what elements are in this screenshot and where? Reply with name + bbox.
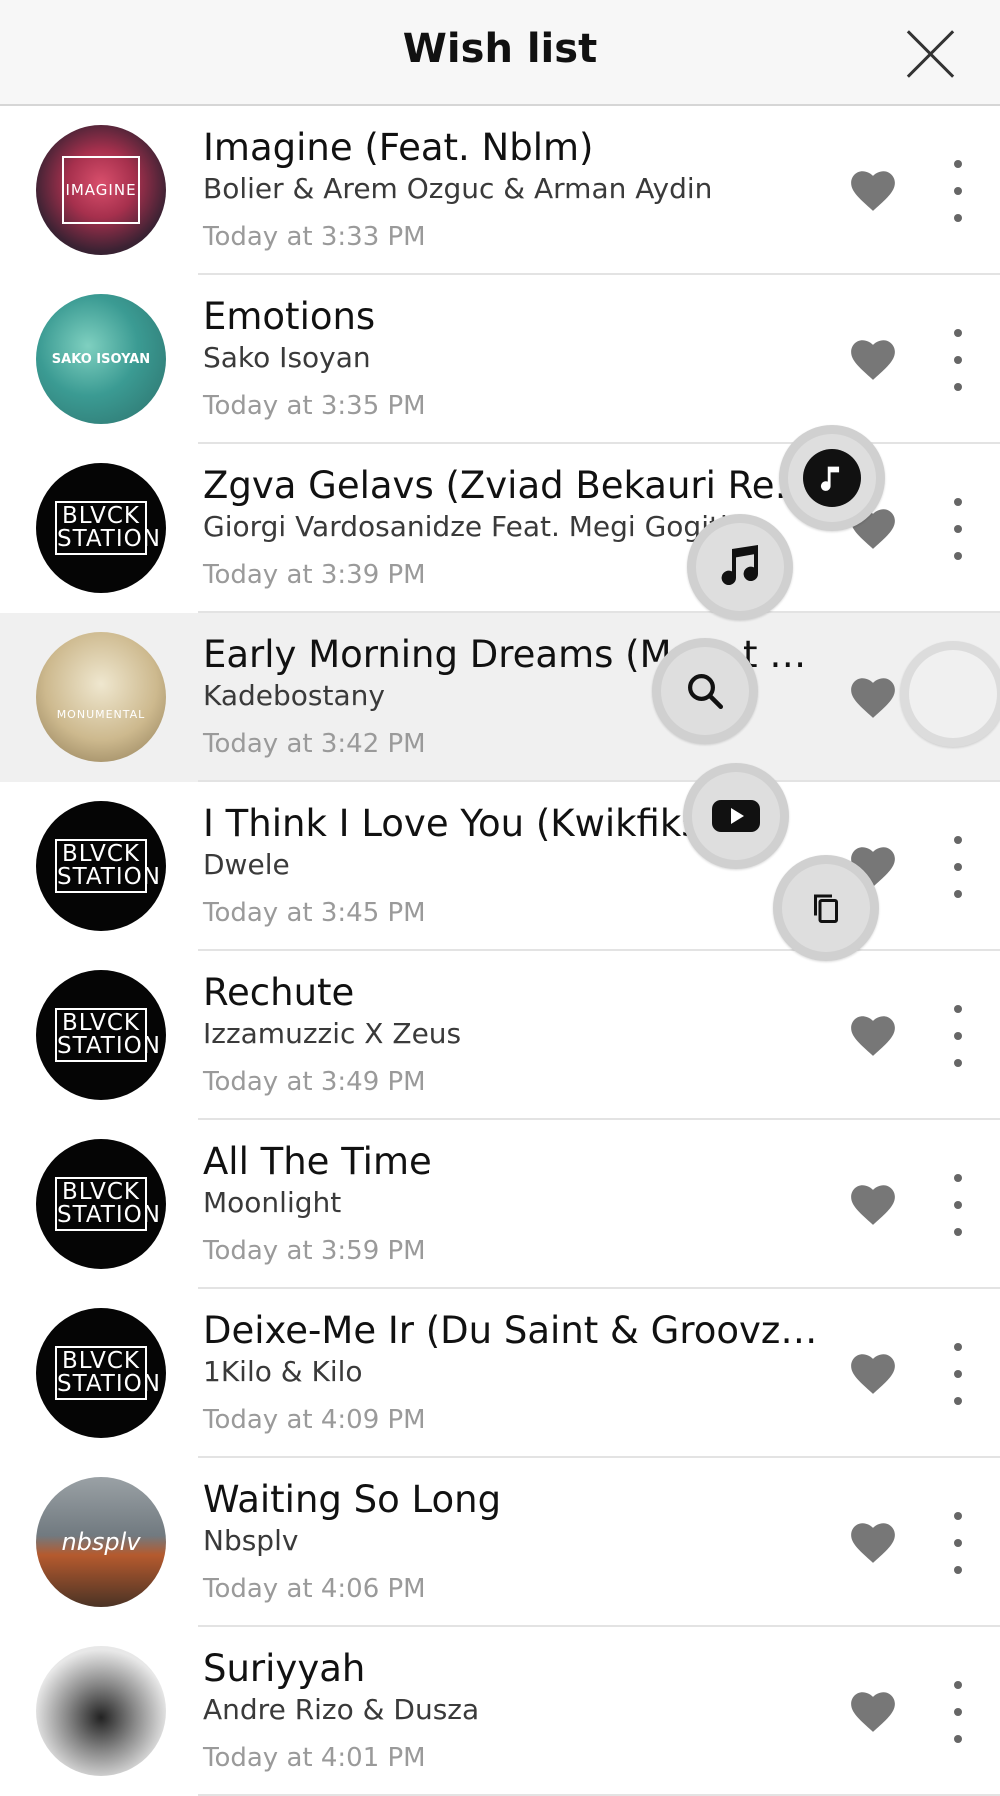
heart-icon[interactable]	[848, 1520, 898, 1564]
album-art: BLVCK STATIONBLVCKSTATION	[36, 970, 166, 1100]
close-icon[interactable]	[902, 26, 958, 82]
list-item[interactable]: BLVCK STATIONBLVCKSTATION Deixe-Me Ir (D…	[0, 1289, 1000, 1458]
song-artist: Bolier & Arem Ozguc & Arman Aydin	[203, 172, 713, 205]
song-title: Suriyyah	[203, 1647, 366, 1690]
song-timestamp: Today at 4:01 PM	[203, 1743, 426, 1773]
more-options-icon[interactable]	[936, 1005, 978, 1067]
copy-icon	[814, 894, 838, 923]
album-art: SAKO ISOYAN	[36, 294, 166, 424]
apple-music-button[interactable]	[779, 425, 885, 531]
more-options-icon[interactable]	[936, 160, 978, 222]
heart-icon[interactable]	[848, 675, 898, 719]
song-title: Deixe-Me Ir (Du Saint & Groovzer…	[203, 1309, 833, 1352]
youtube-icon	[712, 800, 760, 832]
more-options-icon[interactable]	[936, 1174, 978, 1236]
album-art: BLVCK STATIONBLVCKSTATION	[36, 463, 166, 593]
more-options-icon[interactable]	[936, 1512, 978, 1574]
song-timestamp: Today at 3:45 PM	[203, 898, 426, 928]
song-artist: Giorgi Vardosanidze Feat. Megi Gogiti	[203, 510, 728, 543]
album-art: BLVCK STATIONBLVCKSTATION	[36, 1139, 166, 1269]
song-title: All The Time	[203, 1140, 432, 1183]
album-art: BLVCK STATIONBLVCKSTATION	[36, 801, 166, 931]
song-timestamp: Today at 3:33 PM	[203, 222, 426, 252]
list-item[interactable]: BLVCK STATIONBLVCKSTATION All The Time M…	[0, 1120, 1000, 1289]
search-icon	[688, 674, 724, 710]
youtube-button[interactable]	[683, 763, 789, 869]
copy-button[interactable]	[773, 855, 879, 961]
song-artist: Izzamuzzic X Zeus	[203, 1017, 462, 1050]
heart-icon[interactable]	[848, 1013, 898, 1057]
song-timestamp: Today at 3:49 PM	[203, 1067, 426, 1097]
list-item[interactable]: nbsplv Waiting So Long Nbsplv Today at 4…	[0, 1458, 1000, 1627]
song-artist: Andre Rizo & Dusza	[203, 1693, 480, 1726]
page-title: Wish list	[402, 26, 598, 72]
song-artist: Kadebostany	[203, 679, 385, 712]
list-item[interactable]: SAKO ISOYAN Emotions Sako Isoyan Today a…	[0, 275, 1000, 444]
more-options-icon[interactable]	[936, 836, 978, 898]
song-artist: 1Kilo & Kilo	[203, 1355, 363, 1388]
more-options-icon[interactable]	[936, 1681, 978, 1743]
heart-icon[interactable]	[848, 168, 898, 212]
list-item[interactable]: IMAGINE Imagine (Feat. Nblm) Bolier & Ar…	[0, 106, 1000, 275]
album-art: MONUMENTAL	[36, 632, 166, 762]
song-timestamp: Today at 3:35 PM	[203, 391, 426, 421]
album-art: BLVCK STATIONBLVCKSTATION	[36, 1308, 166, 1438]
list-item[interactable]: Suriyyah Andre Rizo & Dusza Today at 4:0…	[0, 1627, 1000, 1796]
heart-icon[interactable]	[848, 1182, 898, 1226]
heart-icon[interactable]	[848, 337, 898, 381]
song-timestamp: Today at 3:59 PM	[203, 1236, 426, 1266]
song-timestamp: Today at 3:42 PM	[203, 729, 426, 759]
album-art	[36, 1646, 166, 1776]
list-item[interactable]: MONUMENTAL Early Morning Dreams (Ma… t O…	[0, 613, 1000, 782]
song-artist: Moonlight	[203, 1186, 342, 1219]
song-artist: Nbsplv	[203, 1524, 299, 1557]
album-art: IMAGINE	[36, 125, 166, 255]
song-title: Zgva Gelavs (Zviad Bekauri Remix	[203, 464, 833, 507]
more-options-icon[interactable]	[936, 1343, 978, 1405]
album-art: nbsplv	[36, 1477, 166, 1607]
header: Wish list	[0, 0, 1000, 106]
music-button[interactable]	[687, 514, 793, 620]
song-title: Waiting So Long	[203, 1478, 502, 1521]
song-timestamp: Today at 3:39 PM	[203, 560, 426, 590]
heart-icon[interactable]	[848, 1351, 898, 1395]
song-title: Rechute	[203, 971, 355, 1014]
song-title: Emotions	[203, 295, 376, 338]
more-options-icon[interactable]	[936, 329, 978, 391]
song-title: I Think I Love You (Kwikfiks …	[203, 802, 750, 845]
heart-icon[interactable]	[848, 1689, 898, 1733]
music-note-icon	[721, 545, 759, 586]
list-item[interactable]: BLVCK STATIONBLVCKSTATION Rechute Izzamu…	[0, 951, 1000, 1120]
song-timestamp: Today at 4:09 PM	[203, 1405, 426, 1435]
song-artist: Sako Isoyan	[203, 341, 371, 374]
song-artist: Dwele	[203, 848, 290, 881]
music-note-icon	[803, 449, 861, 507]
search-button[interactable]	[652, 638, 758, 744]
more-options-icon[interactable]	[936, 498, 978, 560]
song-title: Imagine (Feat. Nblm)	[203, 126, 594, 169]
song-timestamp: Today at 4:06 PM	[203, 1574, 426, 1604]
more-options-ring[interactable]	[900, 641, 1000, 747]
